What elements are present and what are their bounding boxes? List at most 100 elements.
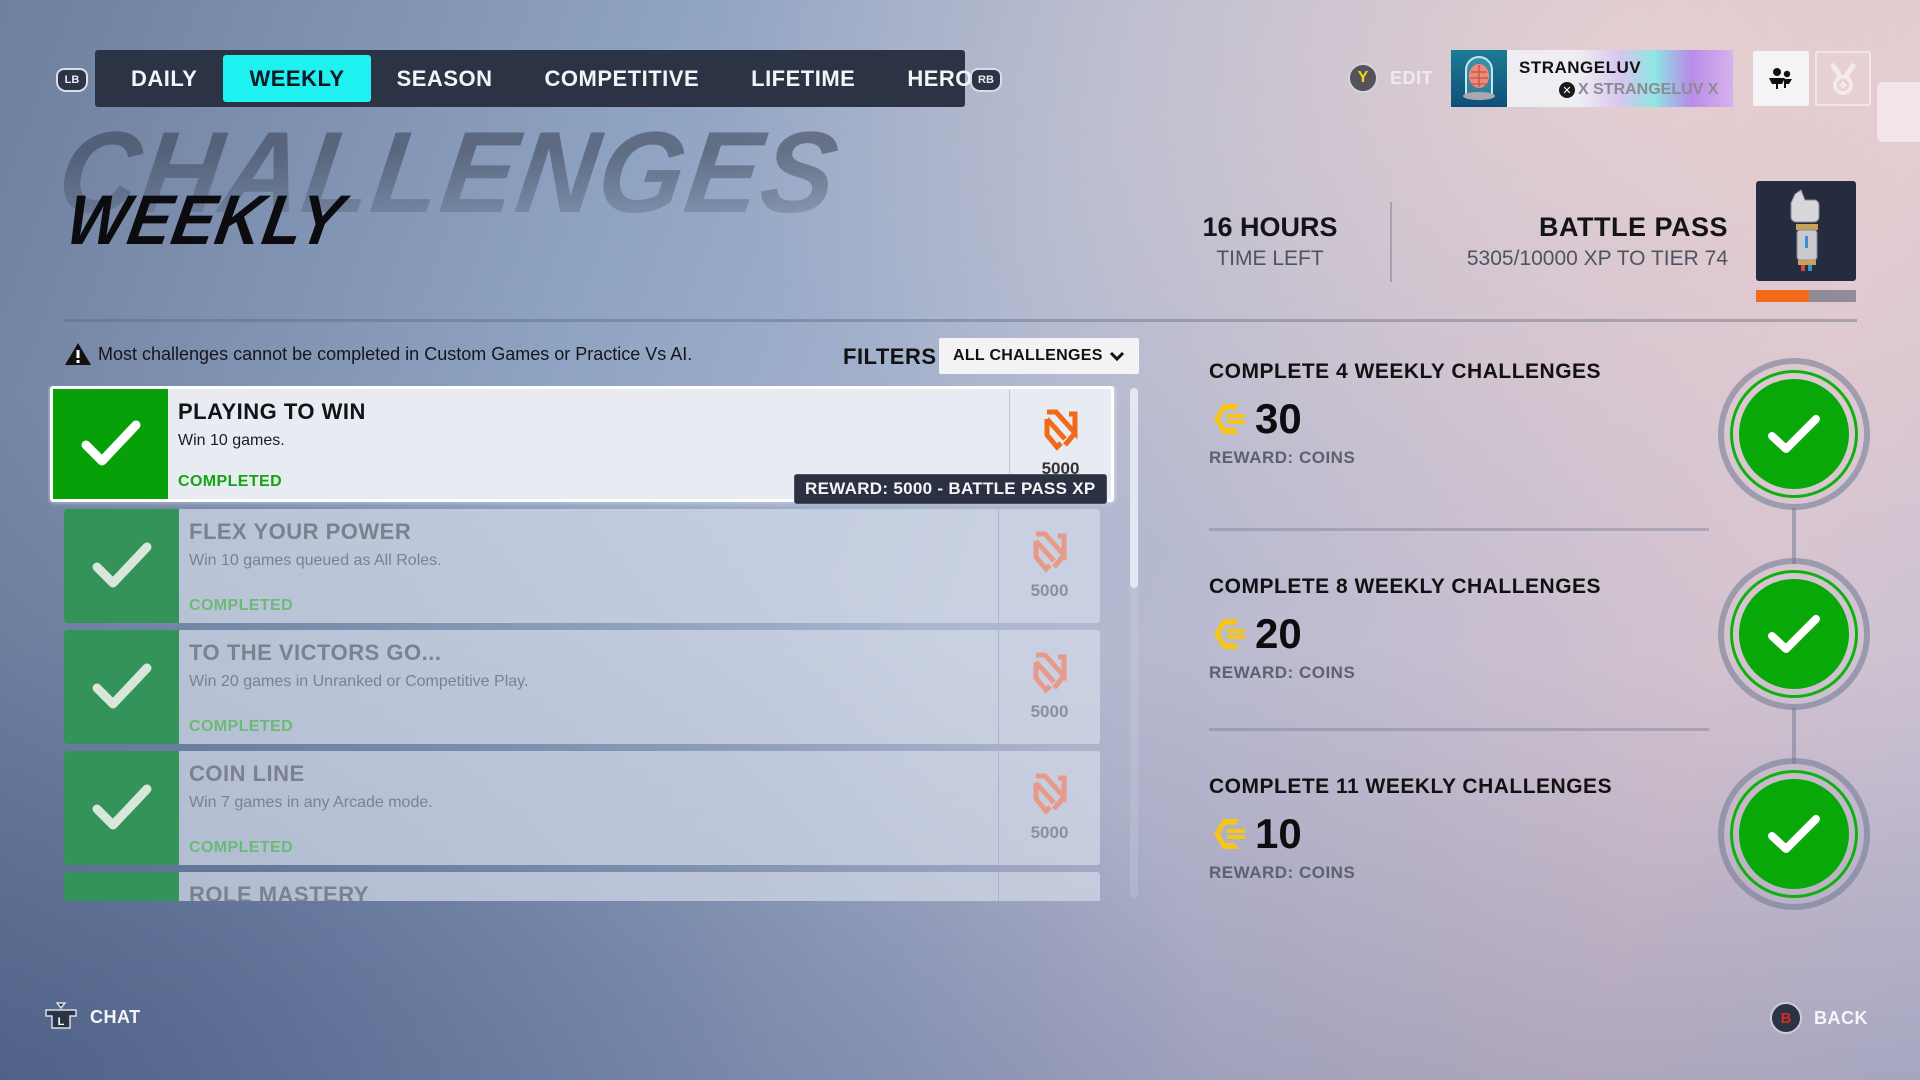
- medal-button[interactable]: [1815, 51, 1871, 106]
- tab-daily[interactable]: DAILY: [105, 55, 223, 102]
- medal-icon: [1829, 62, 1857, 95]
- group-icon: [1769, 67, 1792, 89]
- time-left-value: 16 HOURS: [1202, 212, 1338, 242]
- challenge-description: Win 10 games.: [178, 432, 285, 449]
- challenge-status: COMPLETED: [189, 839, 294, 856]
- battle-pass-progress-fill: [1756, 290, 1809, 302]
- milestone-complete-badge: [1718, 758, 1870, 910]
- svg-text:L: L: [58, 1016, 65, 1028]
- milestone-reward-label: REWARD: COINS: [1209, 863, 1356, 882]
- xbox-icon: ✕: [1559, 82, 1575, 98]
- milestone-divider: [1209, 728, 1709, 731]
- milestone-title: COMPLETE 4 WEEKLY CHALLENGES: [1209, 360, 1602, 383]
- left-stick-icon: L: [45, 1002, 77, 1029]
- milestone-reward-label: REWARD: COINS: [1209, 448, 1356, 467]
- lb-bumper-icon[interactable]: LB: [56, 68, 88, 92]
- filter-dropdown[interactable]: ALL CHALLENGES: [939, 338, 1139, 374]
- challenge-status: COMPLETED: [178, 473, 283, 490]
- challenge-title: PLAYING TO WIN: [178, 399, 366, 424]
- milestone-connector: [1792, 508, 1796, 564]
- milestone-complete-badge: [1718, 558, 1870, 710]
- check-icon: [64, 509, 179, 623]
- milestone-divider: [1209, 528, 1709, 531]
- chat-button[interactable]: L CHAT: [44, 1002, 141, 1032]
- battle-pass-progress-bar: [1756, 290, 1856, 302]
- challenge-description: Win 10 games queued as All Roles.: [189, 552, 442, 569]
- milestone: COMPLETE 8 WEEKLY CHALLENGES 20 REWARD: …: [1209, 575, 1709, 683]
- challenge-reward: 5000: [998, 630, 1100, 744]
- reward-tooltip: REWARD: 5000 - BATTLE PASS XP: [794, 474, 1107, 504]
- rb-bumper-icon[interactable]: RB: [970, 68, 1002, 92]
- time-left: 16 HOURS TIME LEFT: [1190, 212, 1350, 271]
- section-divider: [64, 319, 1857, 322]
- tab-season[interactable]: SEASON: [371, 55, 519, 102]
- coin-icon: [1214, 819, 1245, 849]
- battle-pass-xp-icon: [1033, 652, 1066, 694]
- brain-in-jar-icon: [1451, 50, 1507, 107]
- notice: Most challenges cannot be completed in C…: [64, 342, 692, 366]
- challenge-card[interactable]: ROLE MASTERY: [64, 872, 1100, 901]
- challenge-description: Win 7 games in any Arcade mode.: [189, 794, 433, 811]
- thumbs-up-arm-icon: [1790, 189, 1820, 271]
- platform-tag-text: X STRANGELUV X: [1578, 81, 1719, 98]
- chevron-down-icon: [1109, 351, 1125, 361]
- challenge-reward-value: 5000: [1030, 823, 1069, 842]
- y-button-icon[interactable]: Y: [1348, 63, 1378, 93]
- challenge-status: COMPLETED: [189, 597, 294, 614]
- warning-icon: [65, 343, 91, 365]
- battle-pass-summary: BATTLE PASS 5305/10000 XP TO TIER 74: [1420, 212, 1728, 271]
- milestone-title: COMPLETE 11 WEEKLY CHALLENGES: [1209, 775, 1613, 798]
- check-icon: [64, 630, 179, 744]
- tab-competitive[interactable]: COMPETITIVE: [519, 55, 726, 102]
- coin-icon: [1214, 619, 1245, 649]
- milestone-amount: 20: [1255, 610, 1302, 657]
- challenge-status: COMPLETED: [189, 718, 294, 735]
- challenge-reward-value: 5000: [1030, 702, 1069, 721]
- milestone: COMPLETE 4 WEEKLY CHALLENGES 30 REWARD: …: [1209, 360, 1709, 468]
- b-button-icon: B: [1770, 1002, 1802, 1034]
- milestone: COMPLETE 11 WEEKLY CHALLENGES 10 REWARD:…: [1209, 775, 1709, 883]
- check-icon: [64, 872, 179, 901]
- battle-pass-xp-icon: [1033, 773, 1066, 815]
- challenge-title: COIN LINE: [189, 761, 305, 786]
- battle-pass-reward-preview[interactable]: [1756, 181, 1856, 281]
- tab-weekly[interactable]: WEEKLY: [223, 55, 371, 102]
- player-nameplate[interactable]: STRANGELUV ✕ X STRANGELUV X: [1451, 50, 1733, 107]
- challenge-card[interactable]: TO THE VICTORS GO... Win 20 games in Unr…: [64, 630, 1100, 744]
- milestone-connector: [1792, 708, 1796, 764]
- page-title: WEEKLY: [61, 180, 351, 260]
- check-icon: [1768, 415, 1820, 453]
- back-button[interactable]: B BACK: [1770, 1002, 1868, 1034]
- filters-label: FILTERS: [843, 344, 937, 369]
- category-tabs: DAILY WEEKLY SEASON COMPETITIVE LIFETIME…: [95, 50, 972, 107]
- scrollbar-thumb[interactable]: [1130, 388, 1138, 588]
- challenge-card[interactable]: COIN LINE Win 7 games in any Arcade mode…: [64, 751, 1100, 865]
- chat-label: CHAT: [90, 1006, 141, 1027]
- challenge-title: FLEX YOUR POWER: [189, 519, 412, 544]
- side-panel-tab[interactable]: [1877, 82, 1920, 142]
- challenge-reward-value: 5000: [1030, 581, 1069, 600]
- platform-tag: ✕ X STRANGELUV X: [1559, 81, 1718, 99]
- challenge-reward: 5000: [998, 751, 1100, 865]
- social-button[interactable]: [1753, 51, 1809, 106]
- back-label: BACK: [1814, 1007, 1868, 1028]
- battle-pass-xp-icon: [1044, 409, 1077, 451]
- milestone-reward-label: REWARD: COINS: [1209, 663, 1356, 682]
- notice-text: Most challenges cannot be completed in C…: [98, 343, 693, 364]
- challenge-reward: [998, 872, 1100, 901]
- challenge-list[interactable]: PLAYING TO WIN Win 10 games. COMPLETED 5…: [48, 386, 1118, 901]
- check-icon: [53, 389, 168, 499]
- divider: [1390, 202, 1392, 282]
- check-icon: [1768, 815, 1820, 853]
- milestone-amount: 10: [1255, 810, 1302, 857]
- challenge-card[interactable]: FLEX YOUR POWER Win 10 games queued as A…: [64, 509, 1100, 623]
- edit-button[interactable]: EDIT: [1390, 68, 1433, 89]
- check-icon: [64, 751, 179, 865]
- challenge-title: ROLE MASTERY: [189, 882, 369, 901]
- battle-pass-xp-icon: [1033, 531, 1066, 573]
- tab-lifetime[interactable]: LIFETIME: [725, 55, 881, 102]
- filter-selected-value: ALL CHALLENGES: [953, 347, 1103, 364]
- player-name: STRANGELUV: [1519, 58, 1642, 77]
- challenge-title: TO THE VICTORS GO...: [189, 640, 442, 665]
- check-icon: [1768, 615, 1820, 653]
